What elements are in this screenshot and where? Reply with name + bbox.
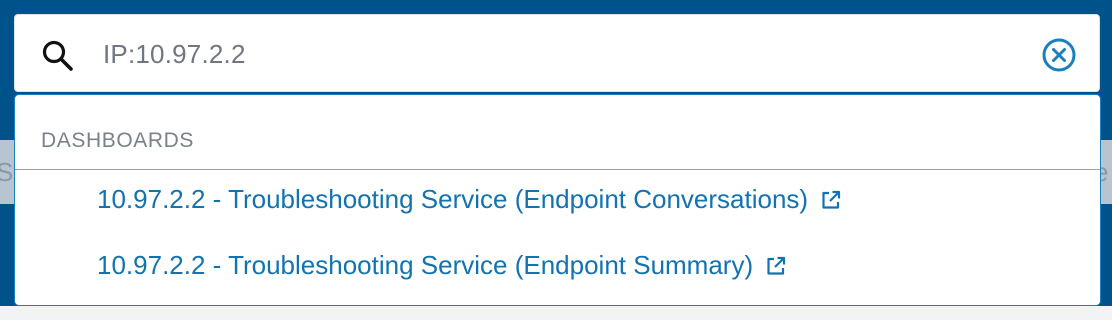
background-fragment-left: S <box>0 140 14 204</box>
page-background-strip <box>0 306 1112 320</box>
section-header-dashboards: DASHBOARDS <box>41 129 195 152</box>
section-divider <box>15 169 1100 170</box>
dashboard-link-endpoint-conversations[interactable]: 10.97.2.2 - Troubleshooting Service (End… <box>97 184 842 215</box>
dashboard-link-label: 10.97.2.2 - Troubleshooting Service (End… <box>97 250 754 280</box>
dashboard-link-endpoint-summary[interactable]: 10.97.2.2 - Troubleshooting Service (End… <box>97 250 787 281</box>
external-link-icon <box>767 256 786 275</box>
search-icon <box>42 40 73 71</box>
external-link-icon <box>822 190 841 209</box>
search-bar[interactable]: IP:10.97.2.2 <box>14 14 1100 92</box>
dashboard-link-label: 10.97.2.2 - Troubleshooting Service (End… <box>97 184 809 214</box>
search-input[interactable]: IP:10.97.2.2 <box>103 15 246 93</box>
search-suggestions-dropdown: DASHBOARDS 10.97.2.2 - Troubleshooting S… <box>14 94 1101 306</box>
clear-circle-icon[interactable] <box>1041 37 1077 73</box>
